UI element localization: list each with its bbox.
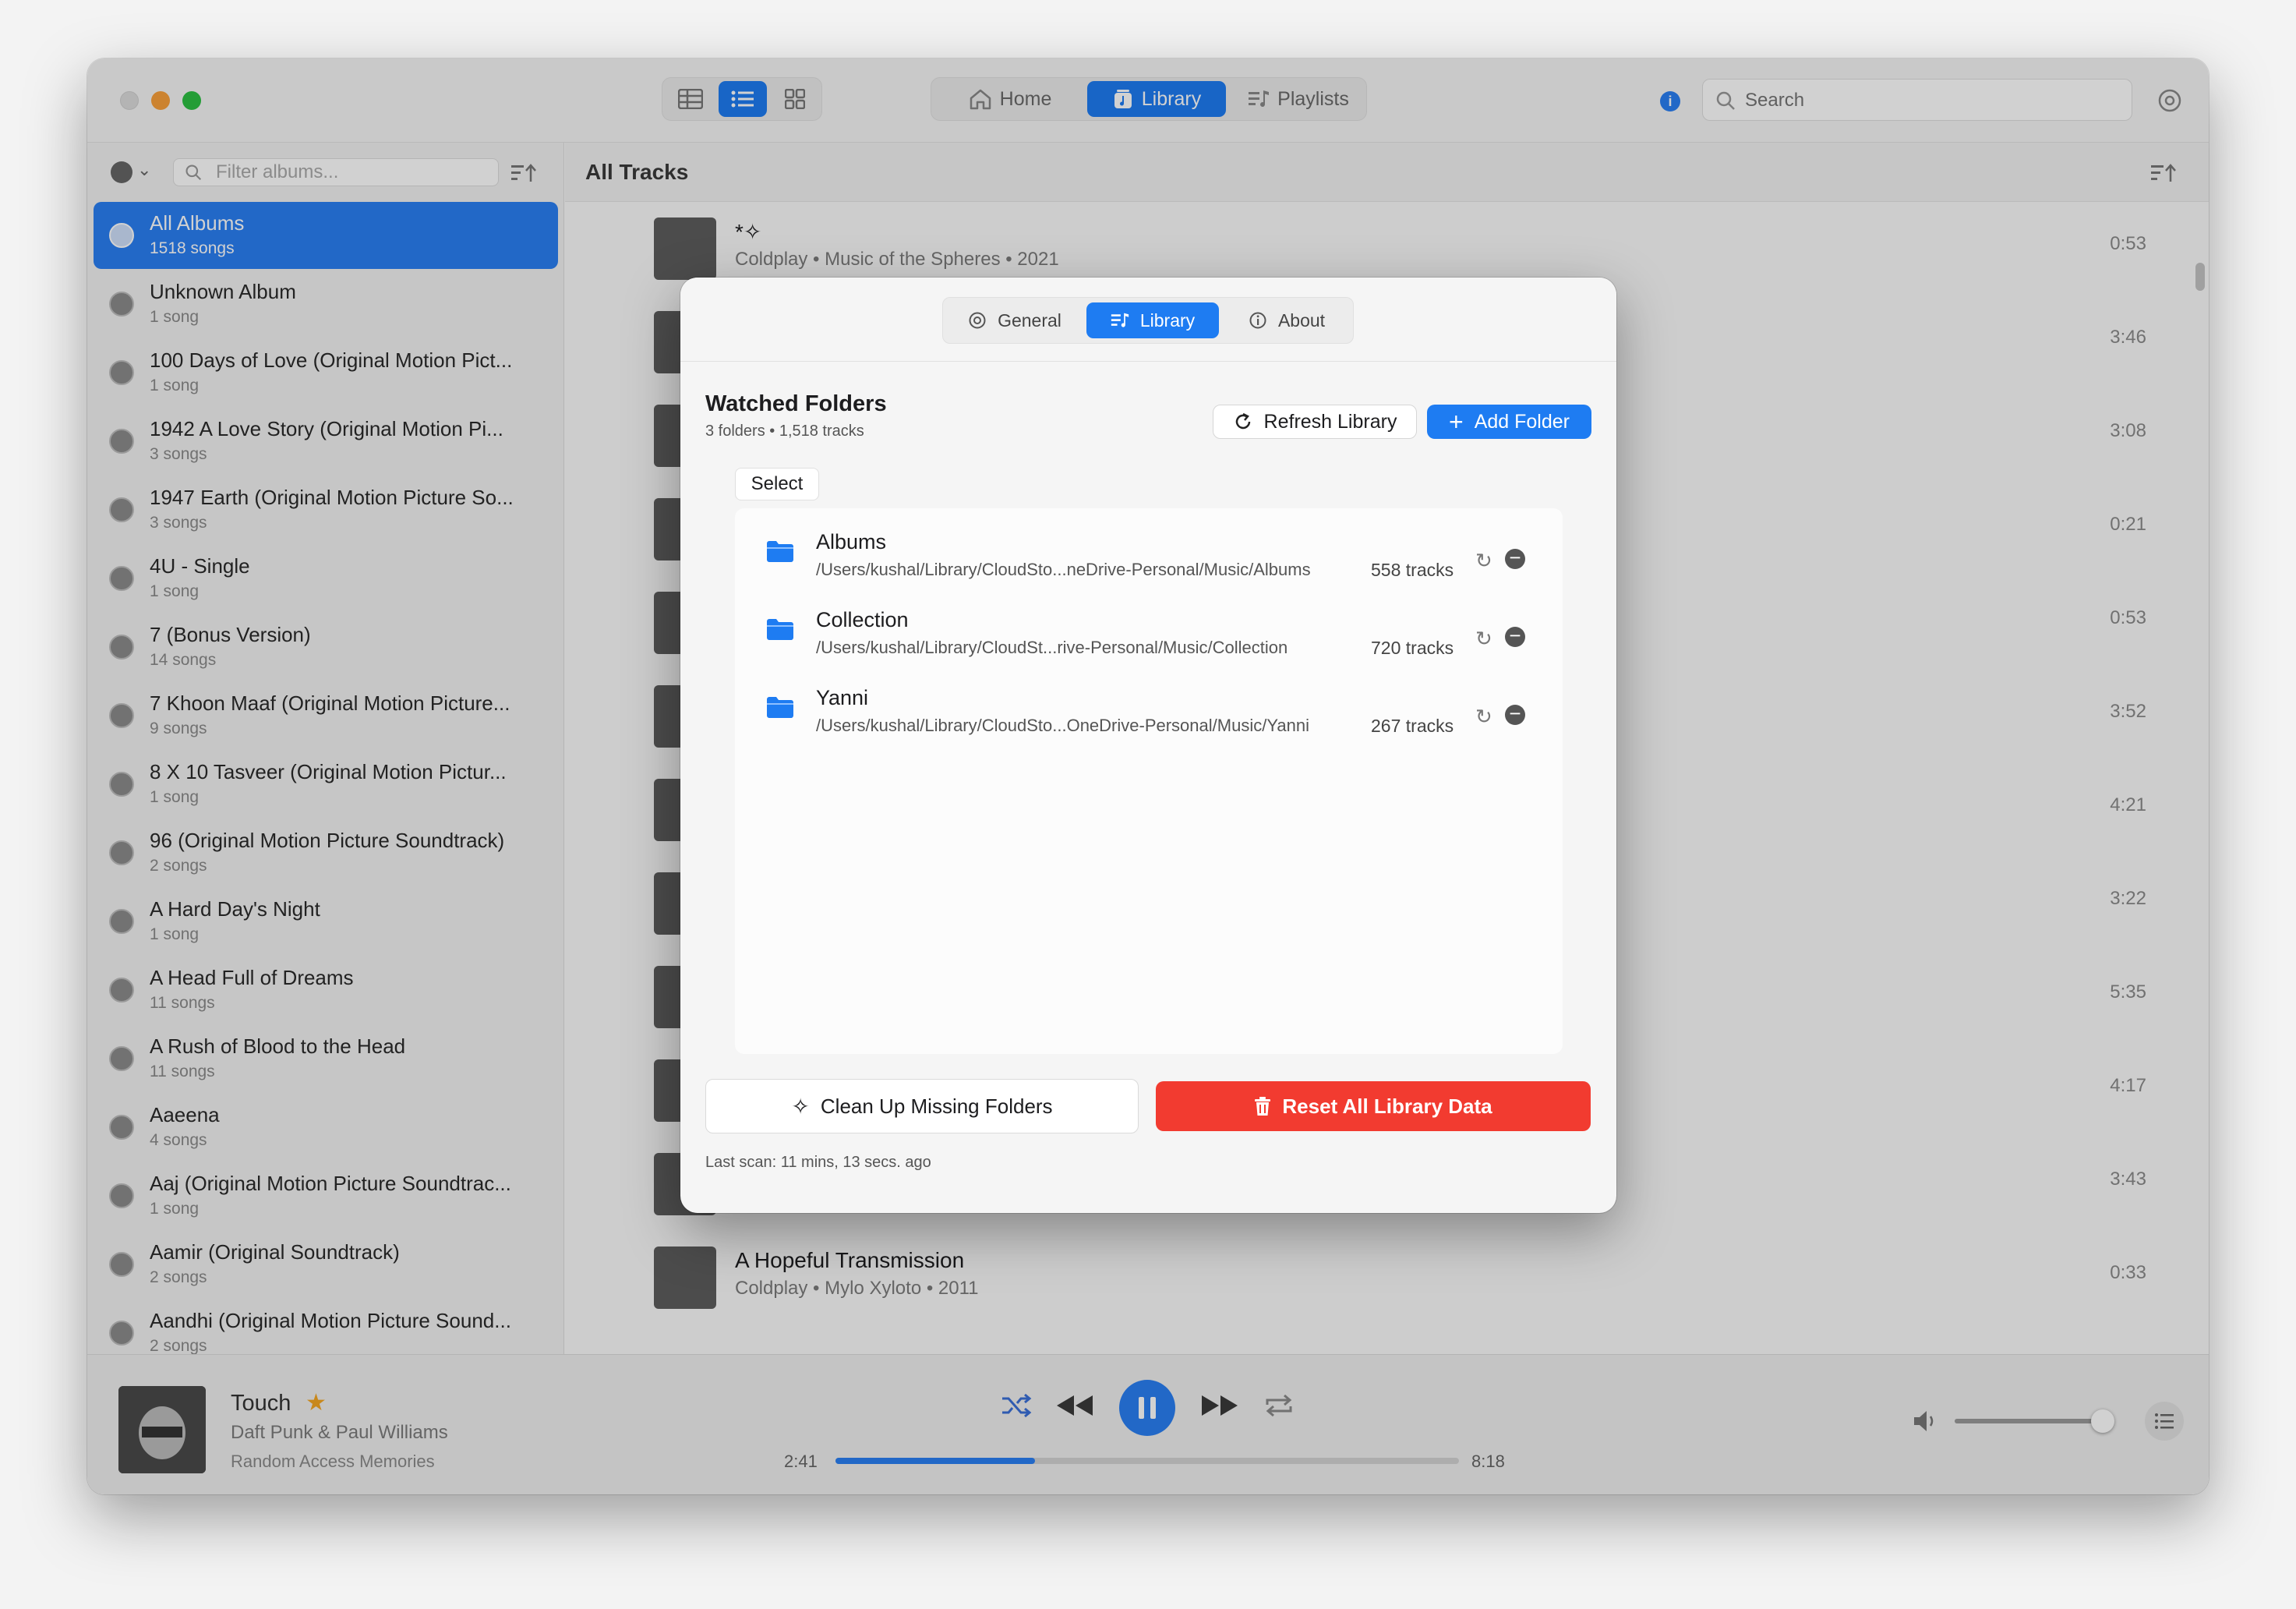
- reset-library-label: Reset All Library Data: [1282, 1094, 1492, 1118]
- clean-up-missing-folders-button[interactable]: ✧ Clean Up Missing Folders: [705, 1079, 1139, 1133]
- gear-icon: [969, 312, 986, 329]
- trash-icon: [1255, 1097, 1271, 1116]
- tab-about[interactable]: About: [1225, 302, 1348, 338]
- remove-folder-icon[interactable]: −: [1505, 625, 1525, 647]
- folder-track-count: 558 tracks: [1371, 560, 1454, 580]
- clean-up-label: Clean Up Missing Folders: [820, 1094, 1053, 1118]
- plus-icon: +: [1449, 408, 1464, 436]
- settings-tabs-bar: General Library About: [680, 278, 1616, 362]
- tab-library[interactable]: Library: [1086, 302, 1219, 338]
- settings-tabs: General Library About: [942, 297, 1354, 344]
- folder-icon: [767, 541, 793, 562]
- rescan-folder-icon[interactable]: ↻: [1475, 627, 1492, 651]
- sparkle-icon: ✧: [791, 1094, 810, 1119]
- refresh-library-button[interactable]: Refresh Library: [1213, 405, 1417, 439]
- tab-about-label: About: [1277, 309, 1326, 331]
- select-button[interactable]: Select: [735, 468, 819, 500]
- folder-track-count: 267 tracks: [1371, 716, 1454, 736]
- folder-name: Collection: [816, 608, 909, 631]
- app-window: Home Library Playlists i ⌄ Filter albums…: [87, 58, 2209, 1494]
- folder-path: /Users/kushal/Library/CloudSto...OneDriv…: [816, 716, 1309, 735]
- remove-folder-icon[interactable]: −: [1505, 547, 1525, 569]
- rescan-folder-icon[interactable]: ↻: [1475, 549, 1492, 573]
- reset-library-data-button[interactable]: Reset All Library Data: [1156, 1081, 1591, 1131]
- watched-folder-row[interactable]: Yanni/Users/kushal/Library/CloudSto...On…: [735, 670, 1563, 748]
- watched-folders-heading: Watched Folders: [705, 391, 887, 416]
- watched-folders-summary: 3 folders • 1,518 tracks: [705, 423, 864, 440]
- watched-folder-row[interactable]: Albums/Users/kushal/Library/CloudSto...n…: [735, 515, 1563, 592]
- refresh-icon: [1235, 412, 1250, 430]
- folder-name: Albums: [816, 530, 887, 553]
- folder-name: Yanni: [816, 686, 869, 709]
- add-folder-label: Add Folder: [1474, 410, 1570, 433]
- tab-general[interactable]: General: [949, 302, 1080, 338]
- folder-icon: [767, 697, 793, 718]
- watched-folders-list: Albums/Users/kushal/Library/CloudSto...n…: [735, 508, 1563, 1054]
- folder-icon: [767, 619, 793, 640]
- rescan-folder-icon[interactable]: ↻: [1475, 705, 1492, 729]
- remove-folder-icon[interactable]: −: [1505, 703, 1525, 725]
- last-scan-status: Last scan: 11 mins, 13 secs. ago: [705, 1154, 931, 1171]
- tab-general-label: General: [998, 309, 1061, 331]
- settings-dialog: General Library About Watched Folders 3 …: [680, 278, 1616, 1213]
- select-label: Select: [751, 473, 804, 494]
- folder-track-count: 720 tracks: [1371, 638, 1454, 658]
- library-icon: [1111, 313, 1129, 327]
- tab-library-label: Library: [1139, 309, 1196, 331]
- add-folder-button[interactable]: + Add Folder: [1427, 405, 1591, 439]
- watched-folder-row[interactable]: Collection/Users/kushal/Library/CloudSt.…: [735, 592, 1563, 670]
- info-icon: [1249, 312, 1266, 329]
- folder-path: /Users/kushal/Library/CloudSto...neDrive…: [816, 560, 1311, 579]
- refresh-library-label: Refresh Library: [1263, 410, 1397, 433]
- folder-path: /Users/kushal/Library/CloudSt...rive-Per…: [816, 638, 1288, 657]
